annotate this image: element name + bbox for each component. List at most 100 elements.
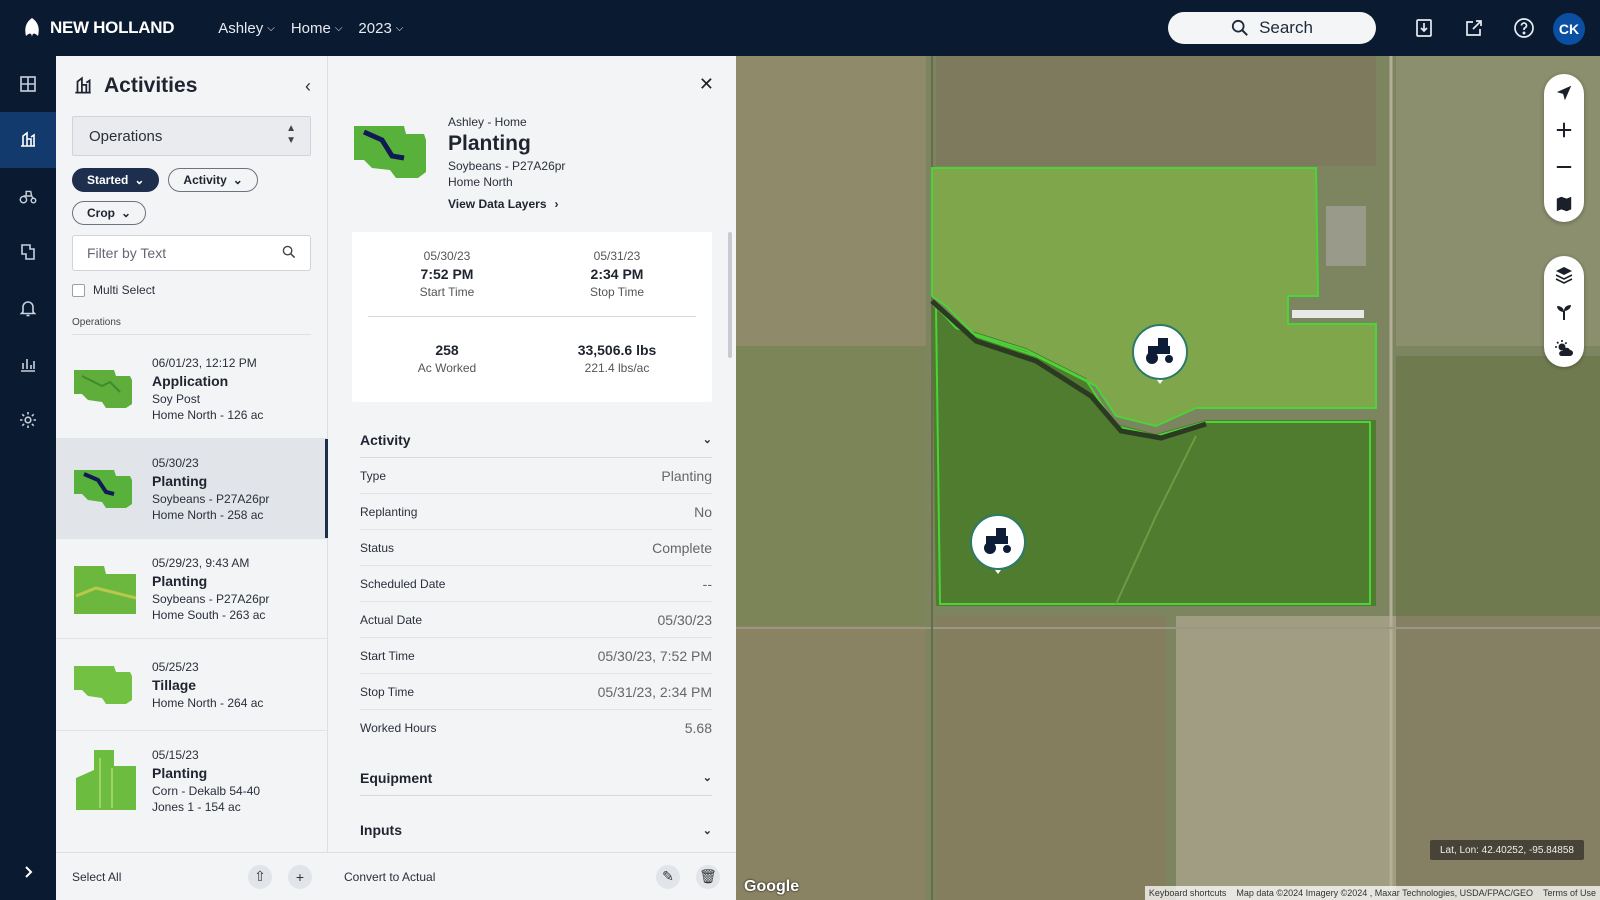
- convert-to-actual-button[interactable]: Convert to Actual: [344, 870, 435, 884]
- equipment-section-header[interactable]: Equipment ⌄: [360, 760, 712, 796]
- multi-select-label: Multi Select: [93, 283, 156, 297]
- search-button[interactable]: Search: [1168, 12, 1376, 44]
- start-time: 7:52 PM: [420, 266, 474, 282]
- op-location: Home North - 258 ac: [152, 507, 264, 522]
- crumb-label: 2023: [358, 19, 392, 37]
- detail-row: Actual Date 05/30/23: [360, 602, 712, 638]
- search-icon: [282, 245, 296, 259]
- field-thumbnail: [74, 469, 132, 508]
- op-location: Home North - 264 ac: [152, 695, 264, 710]
- map-attribution: Keyboard shortcuts Map data ©2024 Imager…: [1144, 886, 1600, 900]
- stop-label: Stop Time: [589, 285, 645, 299]
- leaf-logo-icon: [25, 18, 39, 38]
- crumb-label: Ashley: [218, 19, 264, 37]
- row-key: Scheduled Date: [360, 576, 446, 591]
- equipment-icon[interactable]: [0, 168, 56, 224]
- activity-section-header[interactable]: Activity ⌄: [360, 422, 712, 458]
- delete-icon[interactable]: 🗑: [696, 864, 720, 889]
- chip-started[interactable]: Started ⌄: [72, 168, 160, 192]
- tractor-marker[interactable]: [968, 512, 1028, 578]
- collapse-icon[interactable]: ‹: [305, 76, 311, 97]
- detail-scrollbar[interactable]: [728, 232, 732, 358]
- stop-date: 05/31/23: [593, 249, 641, 263]
- detail-row: Start Time 05/30/23, 7:52 PM: [360, 638, 712, 674]
- chevron-right-icon[interactable]: [0, 844, 56, 900]
- close-icon[interactable]: ✕: [699, 74, 714, 95]
- list-item[interactable]: 05/30/23 Planting Soybeans - P27A26pr Ho…: [56, 439, 328, 539]
- filter-text-input[interactable]: Filter by Text: [72, 235, 311, 271]
- op-title: Planting: [152, 765, 208, 781]
- brand-logo[interactable]: NEW HOLLAND: [20, 16, 174, 40]
- alerts-icon[interactable]: [0, 280, 56, 336]
- tractor-marker[interactable]: [1130, 322, 1190, 388]
- stop-stat: 05/31/23 2:34 PM Stop Time: [532, 248, 702, 300]
- row-key: Stop Time: [360, 684, 415, 699]
- op-location: Jones 1 - 154 ac: [152, 800, 241, 814]
- add-icon[interactable]: +: [288, 864, 312, 889]
- chip-activity[interactable]: Activity ⌄: [168, 168, 258, 192]
- top-actions: [1410, 14, 1538, 42]
- op-crop: Corn - Dekalb 54-40: [152, 784, 261, 798]
- crumb-year[interactable]: 2023 ⌵: [358, 20, 403, 37]
- brand-name: NEW HOLLAND: [50, 18, 175, 37]
- external-link-icon[interactable]: [1460, 14, 1488, 42]
- terms-link[interactable]: Terms of Use: [1543, 888, 1596, 898]
- zoom-out-icon[interactable]: [1544, 148, 1584, 185]
- crumb-operation[interactable]: Ashley ⌵: [218, 20, 275, 37]
- field-thumbnail: [74, 665, 132, 704]
- help-icon[interactable]: [1510, 14, 1538, 42]
- op-date: 06/01/23, 12:12 PM: [152, 355, 257, 370]
- operation-detail-panel: ✕ Ashley - Home Planting Soybeans - P27A…: [328, 56, 736, 900]
- row-value: No: [694, 503, 712, 520]
- operations-select[interactable]: Operations ▲ ▼: [72, 116, 311, 156]
- chevron-down-icon: ⌄: [702, 824, 712, 837]
- activities-icon[interactable]: [0, 112, 56, 168]
- rate-value: 221.4 lbs/ac: [584, 361, 650, 375]
- layers-icon[interactable]: [1544, 256, 1584, 293]
- activities-footer: Select All ⇧ +: [56, 852, 328, 900]
- multi-select[interactable]: Multi Select: [72, 283, 311, 297]
- detail-field: Home North: [448, 175, 513, 189]
- op-date: 05/29/23, 9:43 AM: [152, 555, 250, 570]
- keyboard-shortcuts-link[interactable]: Keyboard shortcuts: [1149, 888, 1227, 898]
- op-date: 05/30/23: [152, 455, 199, 470]
- reports-icon[interactable]: [0, 336, 56, 392]
- view-data-layers-link[interactable]: View Data Layers ›: [448, 196, 565, 212]
- start-label: Start Time: [419, 285, 475, 299]
- select-all-button[interactable]: Select All: [72, 870, 121, 884]
- share-icon[interactable]: ⇧: [248, 864, 272, 889]
- list-item[interactable]: 05/29/23, 9:43 AM Planting Soybeans - P2…: [56, 539, 328, 639]
- locate-icon[interactable]: [1544, 74, 1584, 111]
- crumb-farm[interactable]: Home ⌵: [291, 20, 343, 37]
- stop-time: 2:34 PM: [590, 266, 644, 282]
- fields-icon[interactable]: [0, 224, 56, 280]
- op-crop: Soybeans - P27A26pr: [152, 491, 270, 506]
- top-bar: NEW HOLLAND Ashley ⌵ Home ⌵ 2023 ⌵ Search C…: [0, 0, 1600, 56]
- dashboard-icon[interactable]: [0, 56, 56, 112]
- multi-select-checkbox[interactable]: [72, 283, 85, 297]
- list-section-label: Operations: [72, 317, 311, 335]
- weather-icon[interactable]: [1544, 330, 1584, 367]
- map-type-icon[interactable]: [1544, 185, 1584, 222]
- section-title: Activity: [360, 431, 411, 448]
- inputs-section-header[interactable]: Inputs ⌄: [360, 812, 712, 848]
- zoom-in-icon[interactable]: [1544, 111, 1584, 148]
- search-label: Search: [1259, 18, 1313, 37]
- chevron-down-icon: ⌄: [232, 173, 243, 187]
- chip-crop[interactable]: Crop ⌄: [72, 201, 147, 225]
- download-icon[interactable]: [1410, 14, 1438, 42]
- map-view[interactable]: Lat, Lon: 42.40252, -95.84858 Keyboard s…: [736, 56, 1600, 900]
- list-item[interactable]: 05/25/23 Tillage Home North - 264 ac: [56, 639, 328, 731]
- row-key: Type: [360, 468, 387, 483]
- row-value: Planting: [661, 467, 712, 484]
- map-nav-controls: [1544, 74, 1584, 222]
- stats-card: 05/30/23 7:52 PM Start Time 05/31/23 2:3…: [352, 232, 712, 402]
- crop-icon[interactable]: [1544, 293, 1584, 330]
- list-item[interactable]: 06/01/23, 12:12 PM Application Soy Post …: [56, 339, 328, 439]
- edit-icon[interactable]: ✎: [656, 864, 680, 889]
- row-key: Start Time: [360, 648, 415, 663]
- list-item[interactable]: 05/15/23 Planting Corn - Dekalb 54-40 Jo…: [56, 731, 328, 831]
- user-avatar[interactable]: CK: [1553, 13, 1585, 45]
- settings-icon[interactable]: [0, 392, 56, 448]
- row-value: Complete: [652, 539, 712, 556]
